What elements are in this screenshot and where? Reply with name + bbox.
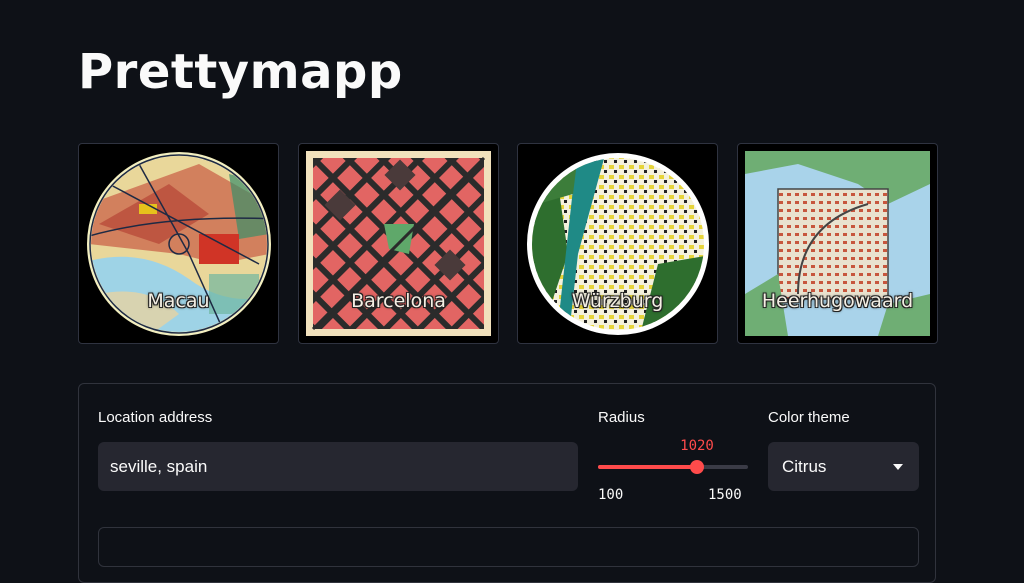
radius-slider-fill: [598, 465, 697, 469]
example-wurzburg[interactable]: Würzburg: [517, 143, 718, 344]
example-label: Barcelona: [351, 290, 446, 312]
page-title: Prettymapp: [78, 44, 403, 100]
wurzburg-map-image: [527, 153, 709, 335]
example-barcelona[interactable]: Barcelona: [298, 143, 499, 344]
heerhugowaard-map-image: [745, 151, 930, 336]
radius-min-label: 100: [598, 487, 624, 503]
macau-map-image: [87, 152, 271, 336]
color-theme-select[interactable]: Citrus: [768, 442, 919, 491]
radius-slider-thumb[interactable]: [690, 460, 704, 474]
color-theme-value: Citrus: [782, 457, 827, 476]
radius-value: 1020: [680, 438, 714, 454]
barcelona-map-image: [306, 151, 491, 336]
example-label: Heerhugowaard: [761, 290, 914, 312]
radius-label: Radius: [598, 409, 645, 426]
example-label: Macau: [147, 290, 210, 312]
example-label: Würzburg: [571, 290, 664, 312]
address-label: Location address: [98, 409, 213, 426]
chevron-down-icon: [893, 464, 903, 470]
next-section-box: [98, 527, 919, 567]
address-input[interactable]: [98, 442, 578, 491]
radius-max-label: 1500: [708, 487, 742, 503]
color-theme-label: Color theme: [768, 409, 850, 426]
example-macau[interactable]: Macau: [78, 143, 279, 344]
example-heerhugowaard[interactable]: Heerhugowaard: [737, 143, 938, 344]
radius-slider[interactable]: [598, 460, 748, 474]
